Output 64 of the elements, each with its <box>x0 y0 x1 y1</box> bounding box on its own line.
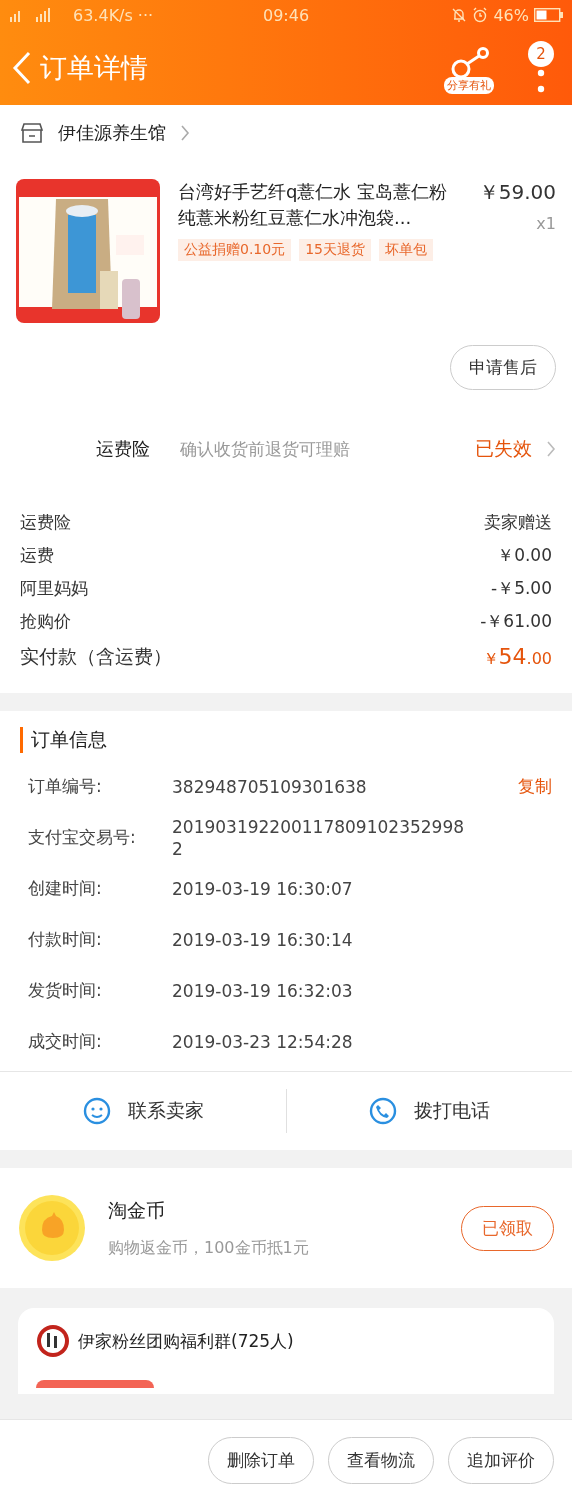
battery-icon <box>534 8 564 22</box>
battery-percent: 46% <box>493 5 529 25</box>
more-icon[interactable] <box>537 68 545 95</box>
fee-value: ￥0.00 <box>497 544 552 567</box>
info-value: 2019-03-23 12:54:28 <box>172 1030 354 1053</box>
fee-label: 阿里妈妈 <box>20 577 88 600</box>
info-value: 382948705109301638 <box>172 775 368 798</box>
info-label: 付款时间: <box>28 928 103 951</box>
copy-link[interactable]: 复制 <box>518 775 552 798</box>
insurance-label: 运费险 <box>96 437 150 461</box>
network-speed: 63.4K/s <box>73 5 133 25</box>
banner-button[interactable] <box>36 1380 154 1388</box>
fee-value: -￥61.00 <box>480 610 552 633</box>
product-tag: 坏单包 <box>379 239 433 261</box>
info-label: 发货时间: <box>28 979 103 1002</box>
fee-label: 抢购价 <box>20 610 71 633</box>
total-amount: ￥54.00 <box>482 643 552 671</box>
coin-title: 淘金币 <box>108 1197 166 1223</box>
contact-seller-button[interactable]: 联系卖家 <box>0 1095 286 1127</box>
smiley-chat-icon <box>81 1096 112 1126</box>
info-value: 2019-03-19 16:30:14 <box>172 928 354 951</box>
coin-icon <box>18 1194 86 1262</box>
info-value: 2019031922001178091023529982 <box>172 815 466 860</box>
section-title: 订单信息 <box>20 727 552 753</box>
group-avatar-icon <box>36 1324 70 1358</box>
info-label: 成交时间: <box>28 1030 103 1053</box>
quantity: x1 <box>536 214 556 233</box>
chevron-right-icon[interactable] <box>546 440 556 458</box>
phone-icon <box>368 1096 399 1126</box>
info-value: 2019-03-19 16:30:07 <box>172 877 354 900</box>
fee-value: -￥5.00 <box>491 577 552 600</box>
notification-badge: 2 <box>528 40 554 67</box>
fee-value: 卖家赠送 <box>484 511 552 534</box>
group-name: 伊家粉丝团购福利群(725人) <box>78 1329 294 1353</box>
fee-label: 运费 <box>20 544 54 567</box>
product-tag: 15天退货 <box>299 239 371 261</box>
alarm-icon <box>472 7 489 23</box>
info-label: 创建时间: <box>28 877 103 900</box>
product-tag: 公益捐赠0.10元 <box>178 239 292 261</box>
total-label: 实付款（含运费） <box>20 644 172 669</box>
clock: 09:46 <box>262 5 310 25</box>
after-sale-button[interactable]: 申请售后 <box>450 345 556 390</box>
insurance-status[interactable]: 已失效 <box>475 436 532 462</box>
chevron-right-icon[interactable] <box>180 124 190 142</box>
more-notifications: ··· <box>137 5 154 25</box>
info-label: 支付宝交易号: <box>28 826 137 849</box>
group-card[interactable]: 伊家粉丝团购福利群(725人) <box>18 1308 554 1394</box>
share-reward-label[interactable]: 分享有礼 <box>444 77 494 94</box>
order-action-button[interactable]: 查看物流 <box>328 1436 434 1484</box>
unit-price: ￥59.00 <box>478 179 556 206</box>
info-value: 2019-03-19 16:32:03 <box>172 979 354 1002</box>
fee-label: 运费险 <box>20 511 71 534</box>
product-title[interactable]: 台湾好手艺纤q薏仁水 宝岛薏仁粉纯薏米粉红豆薏仁水冲泡袋... <box>178 179 461 231</box>
order-action-button[interactable]: 追加评价 <box>448 1436 554 1484</box>
back-icon[interactable] <box>12 50 32 85</box>
shop-name[interactable]: 伊佳源养生馆 <box>58 121 166 145</box>
order-action-button[interactable]: 删除订单 <box>208 1436 314 1484</box>
call-button[interactable]: 拨打电话 <box>286 1095 572 1127</box>
info-label: 订单编号: <box>28 775 103 798</box>
coin-description: 购物返金币，100金币抵1元 <box>108 1237 310 1259</box>
bell-off-icon <box>451 7 468 23</box>
insurance-description: 确认收货前退货可理赔 <box>180 438 351 461</box>
store-icon <box>20 122 44 144</box>
page-title: 订单详情 <box>40 50 149 85</box>
